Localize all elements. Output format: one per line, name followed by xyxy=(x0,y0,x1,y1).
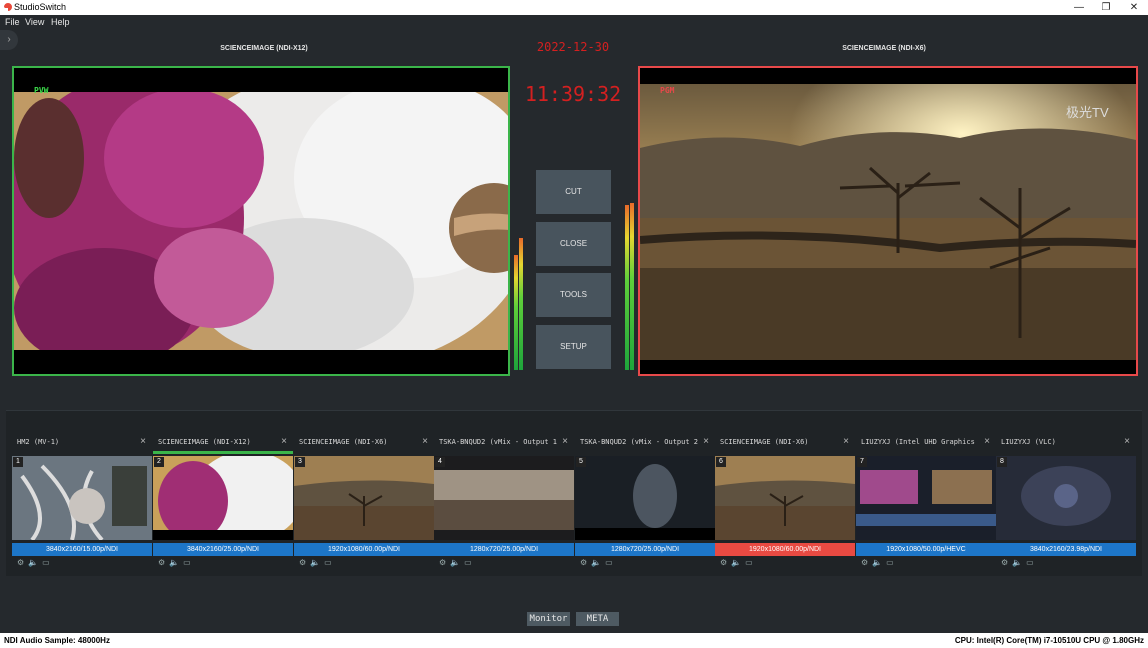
source-thumbnail[interactable] xyxy=(12,456,152,540)
expand-sidebar-chevron-icon[interactable]: › xyxy=(0,30,18,50)
minimize-button[interactable]: — xyxy=(1065,0,1093,15)
close-window-button[interactable]: ✕ xyxy=(1120,0,1148,15)
source-resolution-bar: 3840x2160/25.00p/NDI xyxy=(153,543,293,556)
source-name: LIUZYXJ (Intel UHD Graphics 1) xyxy=(861,438,979,446)
source-resolution-bar: 1280x720/25.00p/NDI xyxy=(434,543,574,556)
source-controls-icons[interactable]: ⚙🔈▭ xyxy=(861,558,898,567)
source-name: TSKA-BNQUD2 (vMix - Output 2) xyxy=(580,438,698,446)
source-number-badge: 8 xyxy=(997,457,1007,467)
source-name: SCIENCEIMAGE (NDI-X12) xyxy=(158,438,251,446)
preview-source-label: SCIENCEIMAGE (NDI-X12) xyxy=(220,45,308,52)
source-name: SCIENCEIMAGE (NDI-X6) xyxy=(720,438,809,446)
program-source-label: SCIENCEIMAGE (NDI-X6) xyxy=(842,45,926,52)
preview-video-image xyxy=(14,68,508,374)
source-thumbnail[interactable] xyxy=(856,456,996,540)
menu-help[interactable]: Help xyxy=(51,17,70,27)
maximize-button[interactable]: ❐ xyxy=(1092,0,1120,15)
remove-source-close-icon[interactable]: × xyxy=(562,436,568,447)
remove-source-close-icon[interactable]: × xyxy=(422,436,428,447)
source-number-badge: 7 xyxy=(857,457,867,467)
source-thumbnail[interactable] xyxy=(996,456,1136,540)
source-tile-8[interactable]: LIUZYXJ (VLC) × 8 3840x2160/23.98p/NDI ⚙🔈▭ xyxy=(996,436,1136,571)
clock-date: 2022-12-30 xyxy=(536,40,610,54)
source-thumbnail[interactable] xyxy=(575,456,715,540)
preview-audio-meter-left xyxy=(514,255,518,370)
source-name: SCIENCEIMAGE (NDI-X6) xyxy=(299,438,388,446)
status-bar: NDI Audio Sample: 48000Hz CPU: Intel(R) … xyxy=(0,633,1148,648)
source-tile-6[interactable]: SCIENCEIMAGE (NDI-X6) × 6 1920x1080/60.00p/… xyxy=(715,436,855,571)
source-tile-7[interactable]: LIUZYXJ (Intel UHD Graphics 1) × 7 1920x108… xyxy=(856,436,996,571)
source-resolution-bar: 1280x720/25.00p/NDI xyxy=(575,543,715,556)
source-name: LIUZYXJ (VLC) xyxy=(1001,438,1056,446)
monitor-button[interactable]: Monitor xyxy=(527,612,570,626)
source-resolution-bar: 3840x2160/15.00p/NDI xyxy=(12,543,152,556)
menu-view[interactable]: View xyxy=(25,17,44,27)
preview-monitor[interactable]: PVW xyxy=(12,66,510,376)
source-thumbnail[interactable] xyxy=(153,456,293,540)
clock-time: 11:39:32 xyxy=(524,82,622,106)
program-audio-meter-left xyxy=(625,205,629,370)
source-tile-5[interactable]: TSKA-BNQUD2 (vMix - Output 2) × 5 1280x720/… xyxy=(575,436,715,571)
source-tile-2[interactable]: SCIENCEIMAGE (NDI-X12) × 2 3840x2160/25.00p… xyxy=(153,436,293,571)
source-number-badge: 3 xyxy=(295,457,305,467)
remove-source-close-icon[interactable]: × xyxy=(1124,436,1130,447)
source-number-badge: 4 xyxy=(435,457,445,467)
source-controls-icons[interactable]: ⚙🔈▭ xyxy=(580,558,617,567)
source-resolution-bar: 3840x2160/23.98p/NDI xyxy=(996,543,1136,556)
tools-button[interactable]: TOOLS xyxy=(536,273,611,317)
cut-button[interactable]: CUT xyxy=(536,170,611,214)
source-controls-icons[interactable]: ⚙🔈▭ xyxy=(720,558,757,567)
audio-sample-status: NDI Audio Sample: 48000Hz xyxy=(4,636,110,645)
channel-watermark: 极光TV xyxy=(1066,105,1109,120)
source-name: TSKA-BNQUD2 (vMix - Output 1) xyxy=(439,438,557,446)
source-number-badge: 2 xyxy=(154,457,164,467)
source-controls-icons[interactable]: ⚙🔈▭ xyxy=(158,558,195,567)
source-controls-icons[interactable]: ⚙🔈▭ xyxy=(299,558,336,567)
program-tag: PGM xyxy=(660,86,675,95)
remove-source-close-icon[interactable]: × xyxy=(984,436,990,447)
source-resolution-bar: 1920x1080/60.00p/NDI xyxy=(715,543,855,556)
close-button[interactable]: CLOSE xyxy=(536,222,611,266)
preview-tag: PVW xyxy=(34,86,49,95)
preview-audio-meter-right xyxy=(519,238,523,370)
source-thumbnail[interactable] xyxy=(434,456,574,540)
window-title: StudioSwitch xyxy=(14,2,67,12)
source-number-badge: 1 xyxy=(13,457,23,467)
source-controls-icons[interactable]: ⚙🔈▭ xyxy=(1001,558,1038,567)
app-logo-icon xyxy=(4,3,12,11)
preview-selected-indicator xyxy=(153,451,293,454)
remove-source-close-icon[interactable]: × xyxy=(843,436,849,447)
remove-source-close-icon[interactable]: × xyxy=(140,436,146,447)
menu-file[interactable]: File xyxy=(5,17,20,27)
cpu-status: CPU: Intel(R) Core(TM) i7-10510U CPU @ 1… xyxy=(954,636,1144,645)
source-number-badge: 6 xyxy=(716,457,726,467)
meta-button[interactable]: META xyxy=(576,612,619,626)
source-tile-3[interactable]: SCIENCEIMAGE (NDI-X6) × 3 1920x1080/60.00p/… xyxy=(294,436,434,571)
program-video-image xyxy=(640,68,1136,374)
source-tile-4[interactable]: TSKA-BNQUD2 (vMix - Output 1) × 4 1280x720/… xyxy=(434,436,574,571)
source-thumbnail[interactable] xyxy=(294,456,434,540)
source-controls-icons[interactable]: ⚙🔈▭ xyxy=(439,558,476,567)
source-thumbnail[interactable] xyxy=(715,456,855,540)
source-tile-1[interactable]: HM2 (MV-1) × 1 3840x2160/15.00p/NDI ⚙🔈▭ xyxy=(12,436,152,571)
program-audio-meter-right xyxy=(630,203,634,370)
menu-bar: File View Help xyxy=(0,15,1148,29)
source-number-badge: 5 xyxy=(576,457,586,467)
setup-button[interactable]: SETUP xyxy=(536,325,611,369)
source-resolution-bar: 1920x1080/60.00p/NDI xyxy=(294,543,434,556)
source-controls-icons[interactable]: ⚙🔈▭ xyxy=(17,558,54,567)
program-monitor[interactable]: PGM 极光TV xyxy=(638,66,1138,376)
source-name: HM2 (MV-1) xyxy=(17,438,60,446)
source-resolution-bar: 1920x1080/50.00p/HEVC xyxy=(856,543,996,556)
remove-source-close-icon[interactable]: × xyxy=(703,436,709,447)
title-bar: StudioSwitch — ❐ ✕ xyxy=(0,0,1148,15)
remove-source-close-icon[interactable]: × xyxy=(281,436,287,447)
